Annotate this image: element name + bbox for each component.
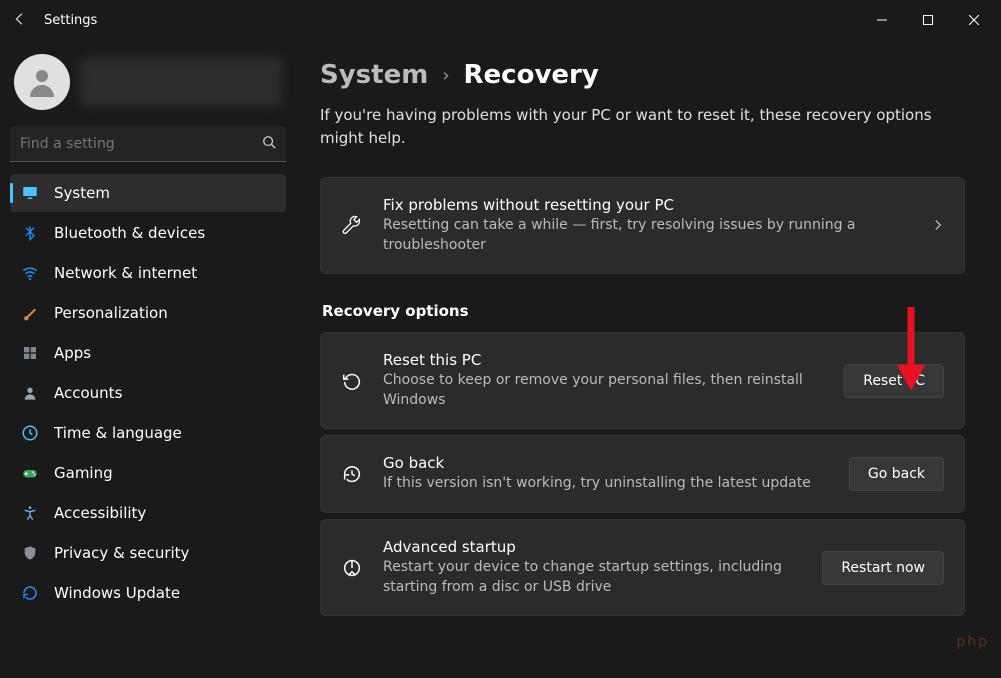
card-desc: Choose to keep or remove your personal f… xyxy=(383,371,824,410)
profile-info-redacted xyxy=(80,58,282,106)
minimize-button[interactable] xyxy=(859,4,905,36)
sidebar-item-label: Network & internet xyxy=(54,264,197,282)
arrow-left-icon xyxy=(13,12,27,26)
sidebar-item-label: Time & language xyxy=(54,424,182,442)
go-back-button[interactable]: Go back xyxy=(849,457,944,491)
window-title: Settings xyxy=(36,13,859,28)
search-input[interactable] xyxy=(20,136,262,152)
breadcrumb-parent[interactable]: System xyxy=(320,60,428,90)
section-title: Recovery options xyxy=(322,302,965,320)
reset-pc-button[interactable]: Reset PC xyxy=(844,364,944,398)
sidebar-item-network-internet[interactable]: Network & internet xyxy=(10,254,286,292)
minimize-icon xyxy=(877,15,887,25)
search-icon xyxy=(262,134,276,153)
accessibility-icon xyxy=(20,503,40,523)
main-content: System › Recovery If you're having probl… xyxy=(300,40,1001,678)
card-title: Advanced startup xyxy=(383,538,802,556)
sidebar-item-label: Privacy & security xyxy=(54,544,189,562)
sidebar-item-system[interactable]: System xyxy=(10,174,286,212)
brush-icon xyxy=(20,303,40,323)
sidebar-item-label: Personalization xyxy=(54,304,168,322)
title-bar: Settings xyxy=(0,0,1001,40)
monitor-icon xyxy=(20,183,40,203)
sidebar-item-bluetooth-devices[interactable]: Bluetooth & devices xyxy=(10,214,286,252)
person-icon xyxy=(24,64,60,100)
maximize-icon xyxy=(923,15,933,25)
sidebar-item-apps[interactable]: Apps xyxy=(10,334,286,372)
sidebar: System Bluetooth & devices Network & inter… xyxy=(0,40,300,678)
chevron-right-icon xyxy=(932,216,944,235)
person-icon xyxy=(20,383,40,403)
profile-block[interactable] xyxy=(10,50,286,114)
close-button[interactable] xyxy=(951,4,997,36)
sidebar-item-label: Apps xyxy=(54,344,91,362)
power-icon xyxy=(341,557,363,579)
maximize-button[interactable] xyxy=(905,4,951,36)
apps-icon xyxy=(20,343,40,363)
chevron-right-icon: › xyxy=(442,65,449,86)
back-button[interactable] xyxy=(4,11,36,30)
shield-icon xyxy=(20,543,40,563)
sidebar-item-accounts[interactable]: Accounts xyxy=(10,374,286,412)
sidebar-item-label: Windows Update xyxy=(54,584,180,602)
card-desc: Restart your device to change startup se… xyxy=(383,558,802,597)
advanced-startup-card: Advanced startup Restart your device to … xyxy=(320,519,965,616)
sidebar-item-label: System xyxy=(54,184,110,202)
breadcrumb: System › Recovery xyxy=(320,60,965,90)
card-title: Fix problems without resetting your PC xyxy=(383,196,912,214)
page-description: If you're having problems with your PC o… xyxy=(320,104,960,149)
avatar xyxy=(14,54,70,110)
gamepad-icon xyxy=(20,463,40,483)
reset-pc-card: Reset this PC Choose to keep or remove y… xyxy=(320,332,965,429)
wrench-icon xyxy=(341,215,363,237)
nav-list: System Bluetooth & devices Network & inter… xyxy=(10,174,286,612)
card-desc: Resetting can take a while — first, try … xyxy=(383,216,912,255)
clock-icon xyxy=(20,423,40,443)
sidebar-item-label: Bluetooth & devices xyxy=(54,224,205,242)
sidebar-item-label: Gaming xyxy=(54,464,113,482)
restart-now-button[interactable]: Restart now xyxy=(822,551,944,585)
sidebar-item-label: Accounts xyxy=(54,384,122,402)
sidebar-item-windows-update[interactable]: Windows Update xyxy=(10,574,286,612)
sidebar-item-accessibility[interactable]: Accessibility xyxy=(10,494,286,532)
card-desc: If this version isn't working, try unins… xyxy=(383,474,829,494)
fix-problems-card[interactable]: Fix problems without resetting your PC R… xyxy=(320,177,965,274)
sidebar-item-privacy-security[interactable]: Privacy & security xyxy=(10,534,286,572)
reset-icon xyxy=(341,370,363,392)
card-title: Go back xyxy=(383,454,829,472)
search-box[interactable] xyxy=(10,126,286,162)
sidebar-item-time-language[interactable]: Time & language xyxy=(10,414,286,452)
bluetooth-icon xyxy=(20,223,40,243)
close-icon xyxy=(969,15,979,25)
wifi-icon xyxy=(20,263,40,283)
update-icon xyxy=(20,583,40,603)
breadcrumb-current: Recovery xyxy=(464,60,599,90)
sidebar-item-personalization[interactable]: Personalization xyxy=(10,294,286,332)
go-back-card: Go back If this version isn't working, t… xyxy=(320,435,965,513)
card-title: Reset this PC xyxy=(383,351,824,369)
sidebar-item-label: Accessibility xyxy=(54,504,146,522)
sidebar-item-gaming[interactable]: Gaming xyxy=(10,454,286,492)
history-icon xyxy=(341,463,363,485)
